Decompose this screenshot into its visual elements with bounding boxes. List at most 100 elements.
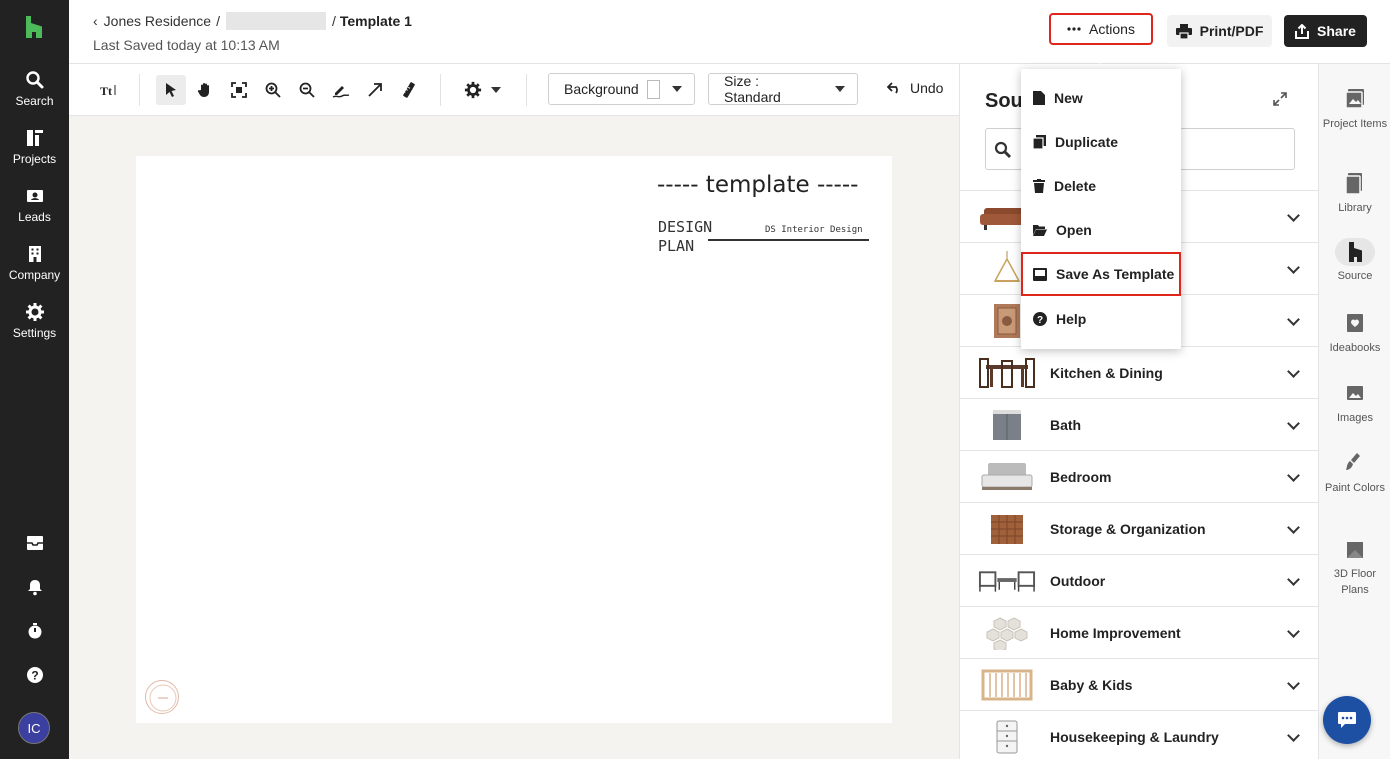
pen-draw-icon (332, 86, 350, 98)
select-tool[interactable] (156, 75, 186, 105)
category-item[interactable]: Outdoor (960, 554, 1318, 606)
print-pdf-button[interactable]: Print/PDF (1167, 15, 1272, 47)
duplicate-icon (1033, 135, 1046, 149)
dining-set-thumbnail (978, 355, 1036, 391)
header-rule (708, 239, 869, 241)
vanity-thumbnail (978, 407, 1036, 443)
gear-icon (25, 303, 44, 321)
undo-label: Undo (910, 80, 944, 96)
menu-item-delete[interactable]: Delete (1021, 164, 1181, 208)
settings-dropdown[interactable] (459, 75, 505, 105)
zoom-out-tool[interactable] (292, 75, 322, 105)
more-dots-icon (1067, 27, 1081, 31)
text-tool-icon: Tt (100, 84, 116, 97)
draw-tool[interactable] (326, 75, 356, 105)
svg-text:?: ? (1037, 315, 1043, 326)
rail-project-items[interactable]: Project Items (1319, 86, 1390, 132)
category-item[interactable]: Kitchen & Dining (960, 346, 1318, 398)
text-tool[interactable]: Tt (93, 75, 123, 105)
size-dropdown[interactable]: Size : Standard (708, 73, 858, 105)
nav-leads[interactable]: Leads (0, 186, 69, 224)
undo-icon (887, 82, 898, 94)
studio-seal-logo[interactable] (145, 680, 179, 714)
nav-notifications[interactable] (0, 578, 69, 601)
measure-tool[interactable] (394, 75, 424, 105)
share-button[interactable]: Share (1284, 15, 1367, 47)
toolbar-divider (440, 74, 441, 106)
nav-inbox[interactable] (0, 535, 69, 556)
actions-label: Actions (1089, 21, 1135, 37)
chevron-down-icon (1287, 625, 1300, 638)
menu-item-help-label: Help (1056, 311, 1087, 327)
arrow-icon (368, 83, 382, 97)
category-item[interactable]: Storage & Organization (960, 502, 1318, 554)
chevron-down-icon (1287, 729, 1300, 742)
rail-3d-floor-plans[interactable]: 3D Floor Plans (1319, 536, 1390, 598)
rail-paint-colors[interactable]: Paint Colors (1319, 450, 1390, 496)
chevron-down-icon (1287, 677, 1300, 690)
rail-ideabooks-label: Ideabooks (1329, 342, 1381, 354)
fit-screen-tool[interactable] (224, 75, 254, 105)
nav-help[interactable]: ? (0, 666, 69, 689)
user-avatar[interactable]: IC (18, 712, 50, 744)
design-board[interactable]: ----- template ----- DESIGN PLAN DS Inte… (136, 156, 892, 723)
template-title-text[interactable]: ----- template ----- (657, 172, 858, 198)
menu-item-duplicate[interactable]: Duplicate (1021, 120, 1181, 164)
category-item[interactable]: Home Improvement (960, 606, 1318, 658)
stopwatch-icon (28, 623, 41, 639)
menu-item-new[interactable]: New (1021, 76, 1181, 120)
category-item[interactable]: Baby & Kids (960, 658, 1318, 710)
menu-item-save-as-template[interactable]: Save As Template (1021, 252, 1181, 296)
rail-ideabooks[interactable]: Ideabooks (1319, 310, 1390, 356)
print-pdf-label: Print/PDF (1199, 23, 1264, 39)
breadcrumb-project[interactable]: Jones Residence (104, 13, 211, 29)
houzz-logo-icon[interactable] (24, 16, 44, 38)
laundry-hamper-thumbnail (978, 719, 1036, 755)
nav-settings[interactable]: Settings (0, 302, 69, 340)
category-item[interactable]: Bedroom (960, 450, 1318, 502)
nav-leads-label: Leads (18, 210, 51, 224)
back-chevron-icon[interactable]: ‹ (93, 13, 98, 29)
category-item[interactable]: Bath (960, 398, 1318, 450)
arrow-tool[interactable] (360, 75, 390, 105)
category-label: Storage & Organization (1050, 520, 1206, 537)
zoom-in-tool[interactable] (258, 75, 288, 105)
svg-text:Tt: Tt (100, 84, 112, 97)
chat-button[interactable] (1323, 696, 1371, 744)
pan-tool[interactable] (190, 75, 220, 105)
chevron-down-icon (835, 86, 845, 92)
zoom-in-icon (265, 82, 281, 98)
studio-name-text[interactable]: DS Interior Design (765, 225, 863, 235)
nav-timer[interactable] (0, 622, 69, 645)
patio-set-thumbnail (978, 563, 1036, 599)
background-dropdown[interactable]: Background (548, 73, 695, 105)
chevron-down-icon (1287, 365, 1300, 378)
rail-library[interactable]: Library (1319, 170, 1390, 216)
canvas-toolbar: Tt Background Size : Standard Undo (69, 64, 959, 116)
rail-paint-colors-label: Paint Colors (1325, 482, 1385, 494)
design-plan-text[interactable]: DESIGN PLAN (658, 218, 738, 256)
toolbar-divider (526, 74, 527, 106)
menu-item-help[interactable]: ? Help (1021, 297, 1181, 341)
last-saved-text: Last Saved today at 10:13 AM (93, 37, 280, 53)
canvas-area[interactable]: ----- template ----- DESIGN PLAN DS Inte… (69, 116, 959, 759)
nav-search[interactable]: Search (0, 70, 69, 108)
menu-item-new-label: New (1054, 90, 1083, 106)
nav-projects[interactable]: Projects (0, 128, 69, 166)
breadcrumb-redacted[interactable] (225, 12, 326, 30)
rail-images[interactable]: Images (1319, 380, 1390, 426)
breadcrumb-separator-2: / (331, 13, 336, 29)
category-item[interactable]: Housekeeping & Laundry (960, 710, 1318, 759)
folder-open-icon (1033, 225, 1047, 236)
expand-icon[interactable] (1273, 92, 1287, 106)
menu-item-open[interactable]: Open (1021, 208, 1181, 252)
houzz-source-icon (1335, 238, 1375, 266)
undo-button[interactable]: Undo (887, 80, 943, 96)
rail-library-label: Library (1338, 202, 1372, 214)
library-icon (1345, 173, 1362, 195)
hand-icon (197, 83, 209, 97)
actions-button[interactable]: Actions (1049, 13, 1153, 45)
rail-source[interactable]: Source (1319, 238, 1390, 284)
company-icon (28, 246, 41, 262)
nav-company[interactable]: Company (0, 244, 69, 282)
